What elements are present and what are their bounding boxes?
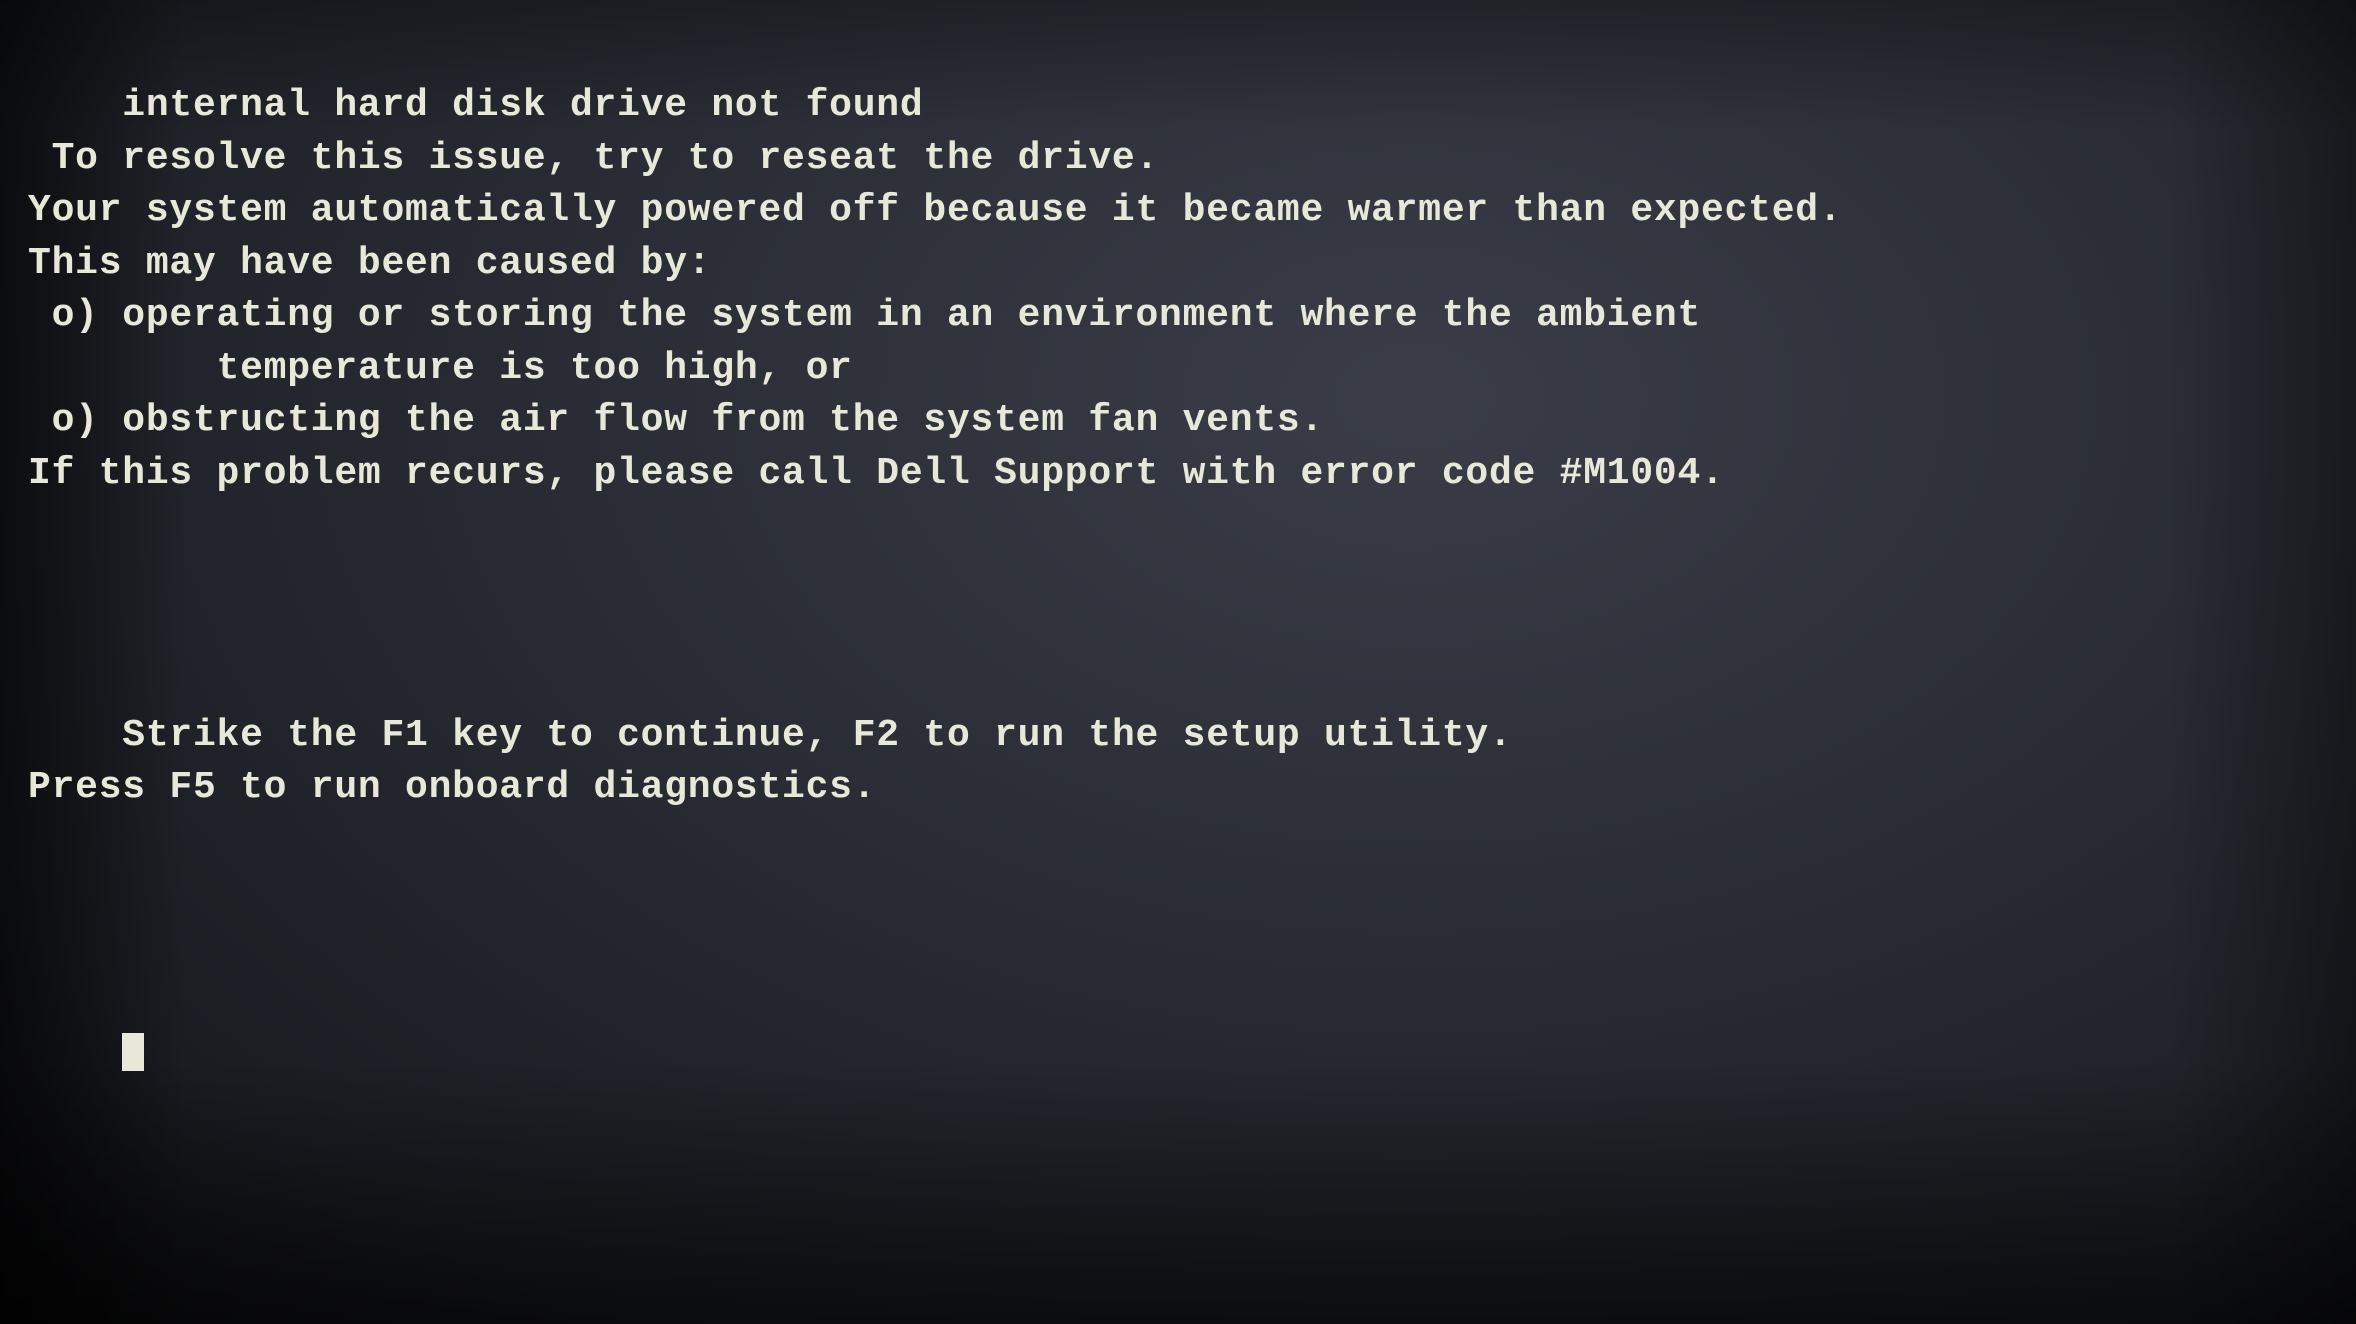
- error-message-block: internal hard disk drive not found To re…: [28, 28, 2356, 1129]
- line-9: Strike the F1 key to continue, F2 to run…: [122, 714, 1512, 757]
- line-8: If this problem recurs, please call Dell…: [28, 452, 1725, 495]
- line-4: This may have been caused by:: [28, 242, 711, 285]
- line-10: Press F5 to run onboard diagnostics.: [28, 766, 876, 809]
- bios-screen: internal hard disk drive not found To re…: [0, 0, 2356, 1324]
- cursor-blink: [122, 1033, 144, 1071]
- line-6: temperature is too high, or: [28, 347, 853, 390]
- line-5: o) operating or storing the system in an…: [28, 294, 1701, 337]
- line-7: o) obstructing the air flow from the sys…: [28, 399, 1324, 442]
- line-2: To resolve this issue, try to reseat the…: [28, 137, 1159, 180]
- line-3: Your system automatically powered off be…: [28, 189, 1842, 232]
- line-1: internal hard disk drive not found: [122, 84, 923, 127]
